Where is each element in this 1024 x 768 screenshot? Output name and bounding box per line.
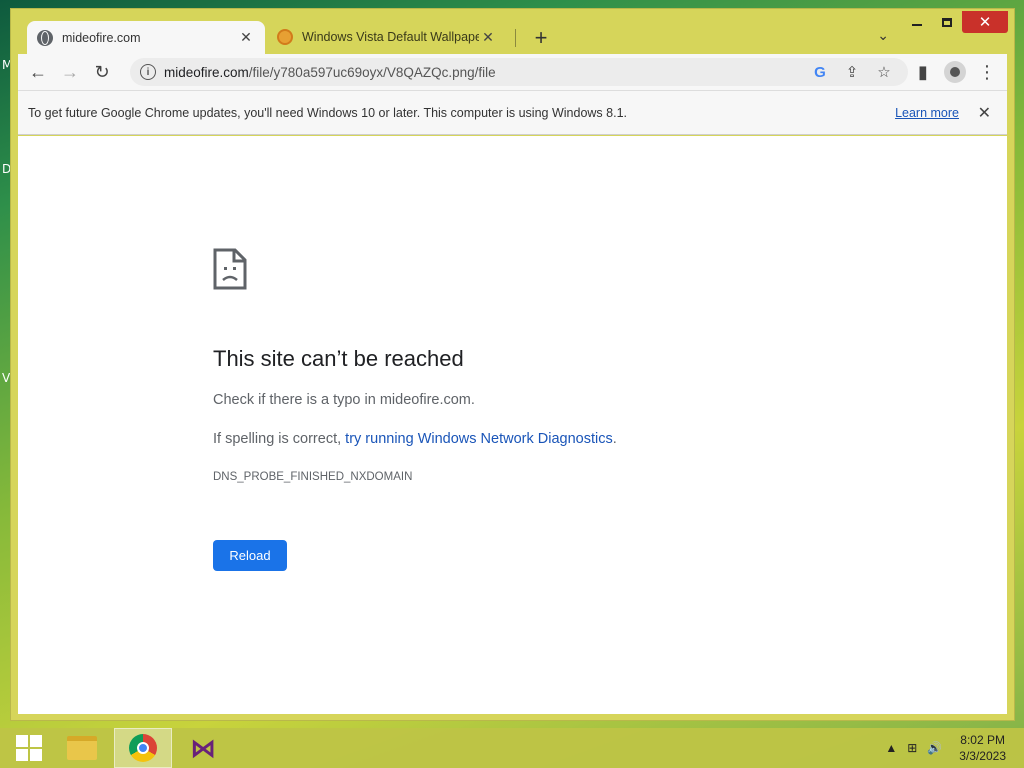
- clock[interactable]: 8:02 PM 3/3/2023: [959, 732, 1006, 764]
- infobar-message: To get future Google Chrome updates, you…: [28, 105, 627, 120]
- reload-page-button[interactable]: Reload: [213, 540, 287, 571]
- taskbar-file-explorer[interactable]: [53, 728, 111, 768]
- minimize-button[interactable]: [902, 11, 932, 33]
- show-hidden-icons-icon[interactable]: ▲: [885, 741, 897, 755]
- error-suggestion-typo: Check if there is a typo in mideofire.co…: [213, 392, 475, 408]
- page-content: This site can’t be reached Check if ther…: [18, 136, 1007, 714]
- system-tray: ▲ ⊞ 🔊 8:02 PM 3/3/2023: [880, 728, 1024, 768]
- error-title: This site can’t be reached: [213, 346, 464, 371]
- back-button[interactable]: ←: [22, 56, 54, 88]
- update-infobar: To get future Google Chrome updates, you…: [18, 90, 1007, 135]
- clock-time: 8:02 PM: [960, 733, 1005, 747]
- volume-icon[interactable]: 🔊: [927, 741, 942, 755]
- url-text: mideofire.com/file/y780a597uc69oyx/V8QAZ…: [164, 65, 496, 80]
- windows-start-icon: [16, 735, 42, 761]
- menu-button[interactable]: ⋮: [971, 56, 1003, 88]
- tab-strip: mideofire.com ✕ Windows Vista Default Wa…: [23, 21, 889, 54]
- learn-more-link[interactable]: Learn more: [895, 106, 959, 120]
- start-button[interactable]: [0, 728, 58, 768]
- error-suggestion-diagnostics: If spelling is correct, try running Wind…: [213, 431, 617, 447]
- clock-date: 3/3/2023: [959, 749, 1006, 763]
- toolbar-right: ▮ ⋮: [907, 56, 1003, 88]
- visual-studio-icon: ⋈: [190, 732, 216, 763]
- tab-title: mideofire.com: [62, 30, 141, 45]
- minimize-icon: [912, 24, 922, 26]
- google-lens-icon[interactable]: G: [804, 61, 836, 83]
- share-icon[interactable]: ⇪: [836, 61, 868, 83]
- diagnostics-prefix: If spelling is correct,: [213, 431, 346, 447]
- network-icon[interactable]: ⊞: [907, 741, 917, 755]
- globe-icon: [37, 29, 53, 46]
- close-window-button[interactable]: ✕: [962, 11, 1008, 33]
- tab-windows-vista-wallpaper[interactable]: Windows Vista Default Wallpaper ✕: [267, 21, 507, 53]
- avatar-icon: [944, 61, 966, 83]
- infobar-close-button[interactable]: ✕: [978, 103, 991, 123]
- omnibox-actions: G ⇪ ☆: [804, 61, 900, 83]
- reload-button[interactable]: ↻: [86, 56, 118, 88]
- new-tab-button[interactable]: +: [529, 25, 553, 51]
- chrome-icon: [129, 734, 157, 762]
- error-code: DNS_PROBE_FINISHED_NXDOMAIN: [213, 471, 413, 483]
- toolbar: ← → ↻ i mideofire.com/file/y780a597uc69o…: [18, 54, 1007, 90]
- taskbar-chrome[interactable]: [114, 728, 172, 768]
- address-bar[interactable]: i mideofire.com/file/y780a597uc69oyx/V8Q…: [130, 58, 908, 86]
- tab-mideofire[interactable]: mideofire.com ✕: [27, 21, 265, 54]
- chrome-window: ✕ mideofire.com ✕ Windows Vista Default …: [10, 8, 1015, 721]
- folder-icon: [67, 736, 97, 760]
- tab-separator: [515, 29, 516, 47]
- taskbar: ⋈ ▲ ⊞ 🔊 8:02 PM 3/3/2023: [0, 728, 1024, 768]
- taskbar-visual-studio[interactable]: ⋈: [174, 728, 232, 768]
- window-controls: ✕: [902, 11, 1008, 33]
- tab-title: Windows Vista Default Wallpaper: [302, 30, 479, 44]
- tab-search-button[interactable]: ⌄: [877, 27, 889, 44]
- tab-close-button[interactable]: ✕: [237, 29, 255, 46]
- maximize-button[interactable]: [932, 11, 962, 33]
- desktop-icon-label: V: [2, 371, 11, 385]
- bookmark-star-icon[interactable]: ☆: [868, 61, 900, 83]
- site-info-icon[interactable]: i: [140, 64, 156, 80]
- sad-page-icon: [213, 248, 247, 290]
- url-path: /file/y780a597uc69oyx/V8QAZQc.png/file: [248, 64, 496, 80]
- side-panel-icon[interactable]: ▮: [907, 56, 939, 88]
- maximize-icon: [942, 17, 952, 27]
- profile-button[interactable]: [939, 56, 971, 88]
- network-diagnostics-link[interactable]: try running Windows Network Diagnostics: [345, 431, 613, 447]
- diagnostics-suffix: .: [612, 431, 617, 447]
- forward-button[interactable]: →: [54, 56, 86, 88]
- url-host: mideofire.com: [164, 64, 249, 80]
- tab-close-button[interactable]: ✕: [479, 29, 497, 46]
- site-favicon-icon: [277, 29, 293, 45]
